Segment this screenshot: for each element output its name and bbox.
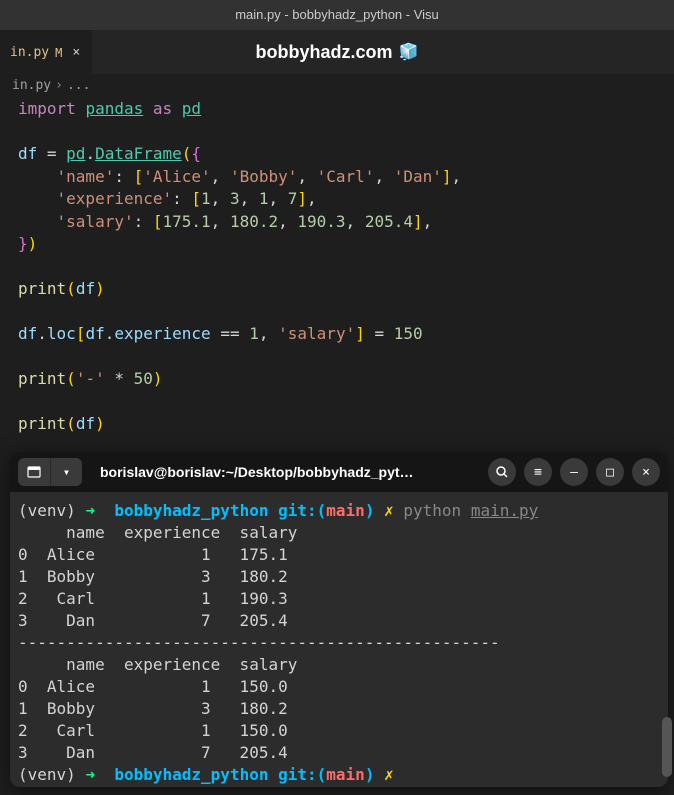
code-line [18, 256, 656, 279]
code-line: import pandas as pd [18, 98, 656, 121]
watermark: bobbyhadz.com 🧊 [256, 42, 419, 63]
code-line: print('-' * 50) [18, 368, 656, 391]
terminal-tab-group: ▾ [18, 458, 82, 486]
term-line: 3 Dan 7 205.4 [18, 610, 660, 632]
hamburger-icon: ≡ [534, 465, 542, 480]
minimize-icon: – [570, 465, 578, 480]
new-tab-button[interactable] [18, 458, 50, 486]
window-title: main.py - bobbyhadz_python - Visu [235, 7, 439, 22]
code-line: df.loc[df.experience == 1, 'salary'] = 1… [18, 323, 656, 346]
code-line: 'name': ['Alice', 'Bobby', 'Carl', 'Dan'… [18, 166, 656, 189]
code-line: }) [18, 233, 656, 256]
term-line: name experience salary [18, 654, 660, 676]
code-line: df = pd.DataFrame({ [18, 143, 656, 166]
terminal-icon [27, 465, 41, 479]
watermark-text: bobbyhadz.com [256, 42, 393, 63]
chevron-down-icon: ▾ [63, 465, 70, 479]
breadcrumb[interactable]: in.py › ... [0, 74, 674, 96]
code-line [18, 391, 656, 414]
code-line [18, 346, 656, 369]
close-icon: × [642, 465, 650, 480]
tab-bar: in.py M × bobbyhadz.com 🧊 [0, 30, 674, 74]
cube-icon: 🧊 [399, 42, 419, 62]
breadcrumb-rest: ... [67, 78, 90, 93]
term-line: (venv) ➜ bobbyhadz_python git:(main) ✗ [18, 764, 660, 786]
term-line: 1 Bobby 3 180.2 [18, 698, 660, 720]
search-button[interactable] [488, 458, 516, 486]
editor-tab-main[interactable]: in.py M × [0, 30, 92, 74]
term-line: 2 Carl 1 190.3 [18, 588, 660, 610]
code-line: 'salary': [175.1, 180.2, 190.3, 205.4], [18, 211, 656, 234]
term-line: name experience salary [18, 522, 660, 544]
scrollbar-thumb[interactable] [662, 717, 672, 777]
tab-label: in.py [10, 45, 49, 60]
search-icon [495, 465, 509, 479]
code-line: 'experience': [1, 3, 1, 7], [18, 188, 656, 211]
code-editor[interactable]: import pandas as pd df = pd.DataFrame({ … [0, 96, 674, 438]
breadcrumb-file: in.py [12, 78, 51, 93]
code-line [18, 301, 656, 324]
term-line: 1 Bobby 3 180.2 [18, 566, 660, 588]
term-line: ----------------------------------------… [18, 632, 660, 654]
terminal-window: ▾ borislav@borislav:~/Desktop/bobbyhadz_… [10, 452, 668, 787]
term-line: 0 Alice 1 150.0 [18, 676, 660, 698]
terminal-title: borislav@borislav:~/Desktop/bobbyhadz_py… [90, 464, 480, 480]
terminal-titlebar[interactable]: ▾ borislav@borislav:~/Desktop/bobbyhadz_… [10, 452, 668, 492]
term-line: 3 Dan 7 205.4 [18, 742, 660, 764]
minimize-button[interactable]: – [560, 458, 588, 486]
term-line: (venv) ➜ bobbyhadz_python git:(main) ✗ p… [18, 500, 660, 522]
code-line: print(df) [18, 278, 656, 301]
window-titlebar: main.py - bobbyhadz_python - Visu [0, 0, 674, 30]
terminal-body[interactable]: (venv) ➜ bobbyhadz_python git:(main) ✗ p… [10, 492, 668, 787]
maximize-button[interactable]: □ [596, 458, 624, 486]
chevron-right-icon: › [55, 78, 63, 93]
scrollbar[interactable] [660, 452, 674, 787]
maximize-icon: □ [606, 465, 614, 480]
tab-close-button[interactable]: × [68, 43, 84, 62]
term-line: 2 Carl 1 150.0 [18, 720, 660, 742]
tab-dropdown-button[interactable]: ▾ [50, 458, 82, 486]
terminal-controls: ≡ – □ × [488, 458, 660, 486]
menu-button[interactable]: ≡ [524, 458, 552, 486]
code-line: print(df) [18, 413, 656, 436]
code-line [18, 121, 656, 144]
close-button[interactable]: × [632, 458, 660, 486]
term-line: 0 Alice 1 175.1 [18, 544, 660, 566]
tab-modified-indicator: M [55, 46, 62, 60]
